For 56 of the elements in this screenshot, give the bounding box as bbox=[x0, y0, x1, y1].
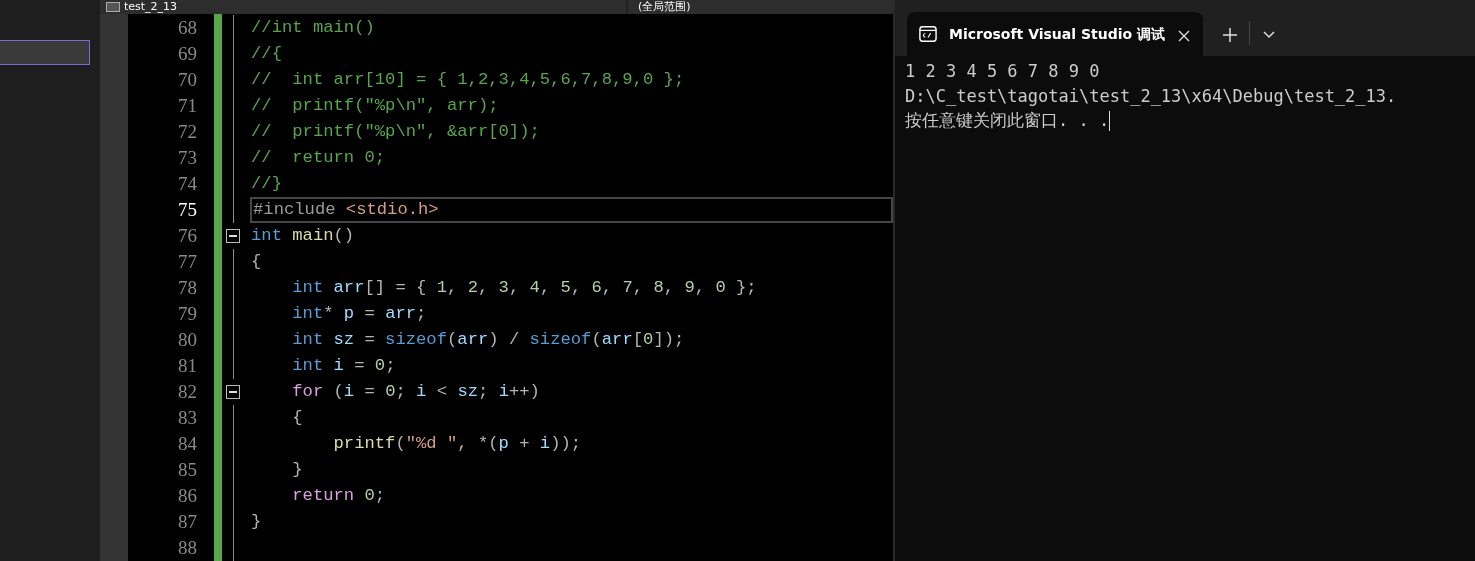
code-line: //} bbox=[250, 173, 283, 195]
plus-icon bbox=[1222, 27, 1238, 43]
line-number: 83 bbox=[177, 406, 198, 430]
code-line: int i = 0; bbox=[291, 355, 397, 377]
line-number: 79 bbox=[177, 302, 198, 326]
close-icon bbox=[1177, 28, 1191, 43]
line-number: 69 bbox=[177, 42, 198, 66]
line-number: 78 bbox=[177, 276, 198, 300]
file-dropdown[interactable]: test_2_13 bbox=[124, 0, 178, 14]
line-number: 85 bbox=[177, 458, 198, 482]
scope-dropdown[interactable]: (全局范围) bbox=[626, 0, 691, 14]
line-number: 77 bbox=[177, 250, 198, 274]
line-number: 81 bbox=[177, 354, 198, 378]
line-number: 84 bbox=[177, 432, 198, 456]
code-line: } bbox=[250, 511, 263, 533]
code-line: int main() bbox=[250, 225, 356, 247]
code-line: // printf("%p\n", arr); bbox=[250, 95, 500, 117]
code-line: //int main() bbox=[250, 17, 376, 39]
code-line: for (i = 0; i < sz; i++) bbox=[291, 381, 541, 403]
code-line: int* p = arr; bbox=[291, 303, 428, 325]
code-line: } bbox=[291, 459, 304, 481]
line-number: 88 bbox=[177, 536, 198, 560]
console-output: D:\C_test\tagotai\test_2_13\x64\Debug\test_2_13. bbox=[905, 85, 1397, 106]
line-number: 73 bbox=[177, 146, 198, 170]
terminal-tab[interactable]: Microsoft Visual Studio 调试 bbox=[907, 12, 1203, 56]
code-line: // int arr[10] = { 1,2,3,4,5,6,7,8,9,0 }; bbox=[250, 69, 686, 91]
line-number: 68 bbox=[177, 16, 198, 40]
text-cursor bbox=[1109, 111, 1111, 131]
project-icon bbox=[106, 2, 120, 12]
chevron-down-icon bbox=[1262, 30, 1276, 40]
search-field[interactable] bbox=[0, 40, 90, 65]
code-line: { bbox=[250, 251, 263, 273]
code-line: return 0; bbox=[291, 485, 387, 507]
code-line: //{ bbox=[250, 43, 283, 65]
line-number: 76 bbox=[177, 224, 198, 248]
line-number: 72 bbox=[177, 120, 198, 144]
tab-title: Microsoft Visual Studio 调试 bbox=[948, 24, 1165, 44]
collapse-icon[interactable] bbox=[226, 229, 240, 243]
code-line: { bbox=[291, 407, 304, 429]
line-number: 87 bbox=[177, 510, 198, 534]
line-number: 80 bbox=[177, 328, 198, 352]
code-line: printf("%d ", *(p + i)); bbox=[332, 433, 583, 455]
line-number: 71 bbox=[177, 94, 198, 118]
collapse-icon[interactable] bbox=[226, 385, 240, 399]
code-line: // printf("%p\n", &arr[0]); bbox=[250, 121, 541, 143]
line-number: 74 bbox=[177, 172, 198, 196]
console-output: 1 2 3 4 5 6 7 8 9 0 bbox=[905, 61, 1100, 81]
line-number: 70 bbox=[177, 68, 198, 92]
line-number: 75 bbox=[177, 198, 198, 222]
code-line: // return 0; bbox=[250, 147, 387, 169]
line-number: 86 bbox=[177, 484, 198, 508]
code-line: int sz = sizeof(arr) / sizeof(arr[0]); bbox=[291, 329, 686, 351]
terminal-icon bbox=[919, 25, 937, 43]
console-output: 按任意键关闭此窗口. . . bbox=[905, 110, 1110, 130]
code-line: int arr[] = { 1, 2, 3, 4, 5, 6, 7, 8, 9, 0 }; bbox=[291, 277, 758, 299]
line-number: 82 bbox=[177, 380, 198, 404]
